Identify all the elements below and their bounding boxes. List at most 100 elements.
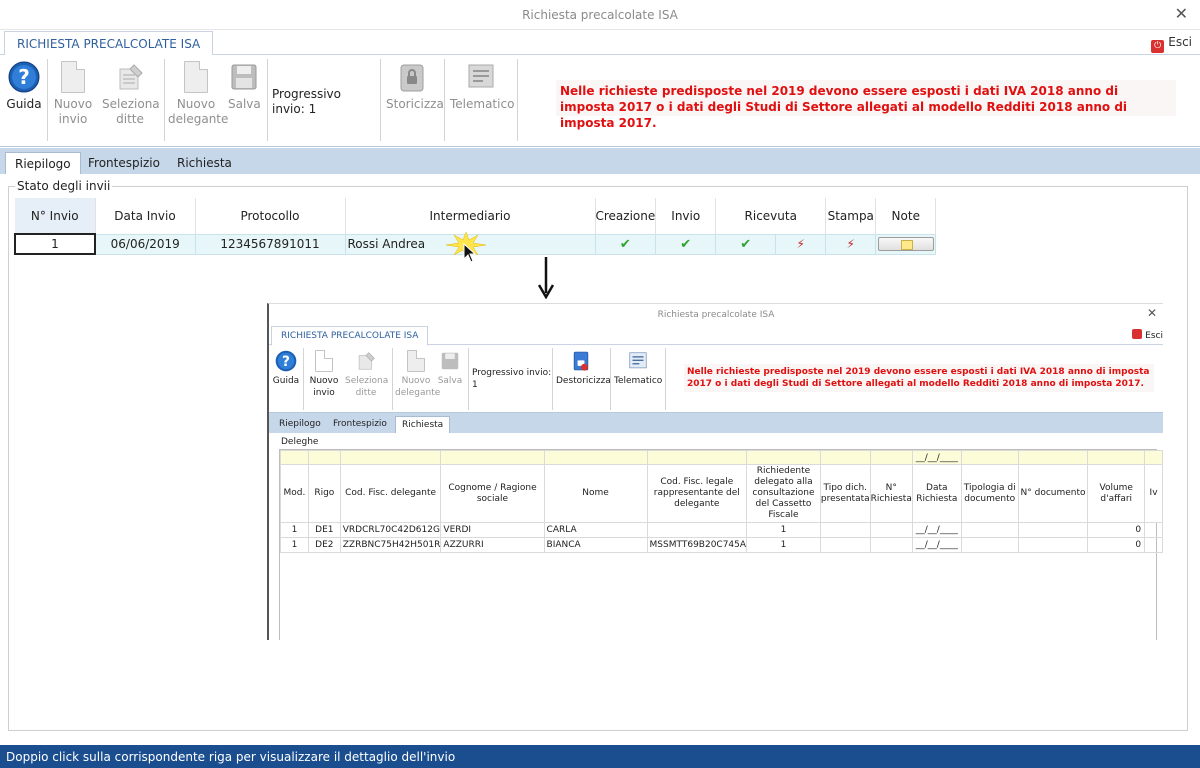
storicizza-button[interactable]: Storicizza [386, 59, 444, 112]
col-ricevuta[interactable]: Ricevuta [715, 198, 827, 234]
cell-data-invio[interactable]: 06/06/2019 [94, 233, 196, 255]
cell-volume[interactable]: 0 [1087, 537, 1146, 553]
cell-stampa[interactable]: ⚡ [825, 233, 877, 255]
filter-cell[interactable] [440, 450, 545, 465]
cell-mod[interactable]: 1 [280, 522, 309, 538]
filter-cell[interactable] [819, 450, 871, 465]
cell-cognome[interactable]: AZZURRI [440, 537, 545, 553]
col-cf-delegante[interactable]: Cod. Fisc. delegante [339, 464, 442, 523]
filter-cell[interactable] [869, 450, 913, 465]
col-iva[interactable]: Iv [1144, 464, 1163, 523]
cell-ricevuta[interactable]: ✔ [715, 233, 777, 255]
col-n-invio[interactable]: N° Invio [15, 198, 96, 234]
filter-cell[interactable] [746, 450, 821, 465]
col-rigo[interactable]: Rigo [307, 464, 341, 523]
filter-cell[interactable] [280, 450, 309, 465]
col-nome[interactable]: Nome [543, 464, 648, 523]
col-protocollo[interactable]: Protocollo [195, 198, 346, 234]
nuovo-invio-button[interactable]: Nuovo invio [52, 59, 94, 127]
note-button[interactable] [877, 237, 934, 252]
filter-date[interactable]: __/__/____ [911, 450, 962, 465]
col-intermediario[interactable]: Intermediario [345, 198, 596, 234]
cell-tipologia[interactable] [960, 537, 1019, 553]
cell-volume[interactable]: 0 [1087, 522, 1146, 538]
cell-note[interactable] [875, 233, 937, 255]
cell-iva[interactable] [1144, 537, 1163, 553]
ribbon-tab-richiesta[interactable]: RICHIESTA PRECALCOLATE ISA [4, 31, 214, 56]
filter-cell[interactable] [307, 450, 341, 465]
col-richiedente[interactable]: Richiedente delegato alla consultazione … [746, 464, 821, 523]
filter-cell[interactable] [339, 450, 442, 465]
exit-button[interactable]: ⏻ Esci [1151, 35, 1192, 53]
tab-frontespizio[interactable]: Frontespizio [79, 152, 169, 174]
inner-telematico-button[interactable]: Telematico [614, 348, 662, 387]
seleziona-ditte-button[interactable]: Seleziona ditte [102, 59, 160, 127]
cell-rigo[interactable]: DE1 [307, 522, 341, 538]
cell-nome[interactable]: BIANCA [543, 537, 648, 553]
col-invio[interactable]: Invio [655, 198, 717, 234]
table-row[interactable]: 1 DE1 VRDCRL70C42D612G VERDI CARLA 1 __/… [280, 522, 1163, 538]
cell-data[interactable]: __/__/____ [911, 522, 962, 538]
filter-cell[interactable] [960, 450, 1019, 465]
col-note[interactable]: Note [875, 198, 937, 234]
inner-exit-button[interactable]: Esci [1132, 329, 1163, 341]
cell-rigo[interactable]: DE2 [307, 537, 341, 553]
inner-salva-button[interactable]: Salva [437, 348, 463, 387]
close-icon[interactable]: ✕ [1175, 4, 1188, 23]
cell-iva[interactable] [1144, 522, 1163, 538]
inner-close-icon[interactable]: ✕ [1147, 306, 1157, 320]
cell-creazione[interactable]: ✔ [594, 233, 657, 255]
cell-protocollo[interactable]: 1234567891011 [194, 233, 346, 255]
cell-ricevuta-pdf[interactable]: ⚡ [775, 233, 827, 255]
cell-mod[interactable]: 1 [280, 537, 309, 553]
telematico-button[interactable]: Telematico [450, 59, 514, 112]
filter-cell[interactable] [1017, 450, 1089, 465]
col-data-invio[interactable]: Data Invio [95, 198, 196, 234]
inner-tab-frontespizio[interactable]: Frontespizio [327, 416, 393, 433]
cell-tipologia[interactable] [960, 522, 1019, 538]
table-row[interactable]: 1 DE2 ZZRBNC75H42H501R AZZURRI BIANCA MS… [280, 537, 1163, 553]
cell-richiedente[interactable]: 1 [746, 522, 821, 538]
col-creazione[interactable]: Creazione [595, 198, 657, 234]
cell-richiedente[interactable]: 1 [746, 537, 821, 553]
cell-cf-legale[interactable] [646, 522, 748, 538]
cell-n-richiesta[interactable] [869, 537, 913, 553]
inner-destoricizza-button[interactable]: Destoricizza [556, 348, 611, 387]
filter-cell[interactable] [1144, 450, 1163, 465]
col-n-documento[interactable]: N° documento [1017, 464, 1089, 523]
cell-tipo-dich[interactable] [819, 522, 871, 538]
cell-cognome[interactable]: VERDI [440, 522, 545, 538]
inner-guida-button[interactable]: ? Guida [272, 348, 300, 387]
col-mod[interactable]: Mod. [280, 464, 309, 523]
inner-tab-richiesta[interactable]: Richiesta [395, 416, 451, 433]
col-cognome[interactable]: Cognome / Ragione sociale [440, 464, 545, 523]
inner-ribbon-tab[interactable]: RICHIESTA PRECALCOLATE ISA [271, 326, 429, 346]
cell-n-documento[interactable] [1017, 522, 1089, 538]
inner-seleziona-ditte-button[interactable]: Seleziona ditte [345, 348, 388, 399]
cell-n-invio[interactable]: 1 [14, 233, 96, 255]
cell-n-documento[interactable] [1017, 537, 1089, 553]
inner-nuovo-invio-button[interactable]: Nuovo invio [307, 348, 341, 399]
col-tipologia[interactable]: Tipologia di documento [960, 464, 1019, 523]
col-tipo-dich[interactable]: Tipo dich. presentata [819, 464, 871, 523]
col-volume[interactable]: Volume d'affari [1087, 464, 1146, 523]
cell-nome[interactable]: CARLA [543, 522, 648, 538]
tab-riepilogo[interactable]: Riepilogo [5, 152, 81, 174]
filter-cell[interactable] [543, 450, 648, 465]
col-stampa[interactable]: Stampa [825, 198, 877, 234]
cell-tipo-dich[interactable] [819, 537, 871, 553]
guida-button[interactable]: ? Guida [6, 59, 42, 112]
cell-cf[interactable]: ZZRBNC75H42H501R [339, 537, 442, 553]
col-n-richiesta[interactable]: N° Richiesta [869, 464, 913, 523]
cell-invio[interactable]: ✔ [655, 233, 717, 255]
salva-button[interactable]: Salva [228, 59, 261, 112]
cell-n-richiesta[interactable] [869, 522, 913, 538]
tab-richiesta[interactable]: Richiesta [168, 152, 241, 174]
col-cf-legale[interactable]: Cod. Fisc. legale rappresentante del del… [646, 464, 748, 523]
filter-cell[interactable] [1087, 450, 1146, 465]
cell-cf-legale[interactable]: MSSMTT69B20C745A [646, 537, 748, 553]
col-data-richiesta[interactable]: Data Richiesta [911, 464, 962, 523]
cell-data[interactable]: __/__/____ [911, 537, 962, 553]
nuovo-delegante-button[interactable]: Nuovo delegante [168, 59, 228, 127]
inner-nuovo-delegante-button[interactable]: Nuovo delegante [395, 348, 440, 399]
